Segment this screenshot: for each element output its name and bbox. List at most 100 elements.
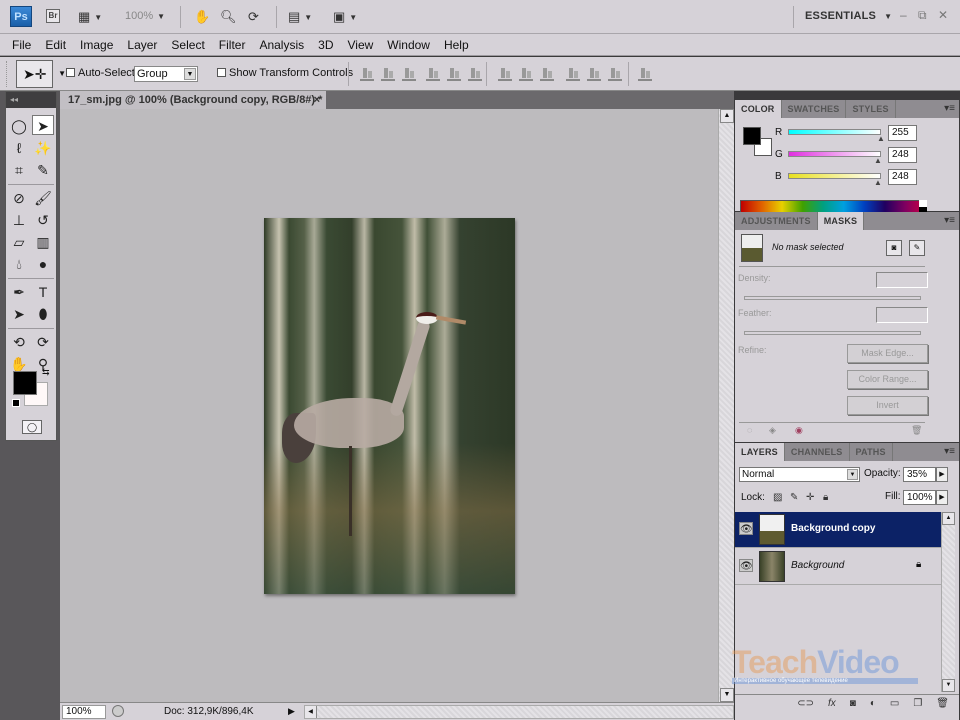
red-slider[interactable] <box>788 129 881 135</box>
eraser-tool[interactable]: ▱ <box>8 232 30 252</box>
quick-mask-button[interactable]: ◯ <box>22 420 42 434</box>
align-bottom-edges-icon[interactable] <box>402 66 416 81</box>
zoom-level-dropdown[interactable]: 100% ▼ <box>125 10 165 22</box>
default-colors-icon[interactable] <box>12 399 20 407</box>
3d-orbit-tool[interactable]: ⟳ <box>32 332 54 352</box>
menu-help[interactable]: Help <box>444 38 469 52</box>
tab-adjustments[interactable]: ADJUSTMENTS <box>735 212 818 230</box>
menu-filter[interactable]: Filter <box>219 38 246 52</box>
options-bar-grip[interactable] <box>6 61 9 87</box>
green-value-field[interactable]: 248 <box>888 147 917 163</box>
hand-tool-button[interactable]: ✋ <box>194 8 210 26</box>
blend-mode-dropdown[interactable]: Normal ▼ <box>739 467 860 482</box>
distribute-top-icon[interactable] <box>498 66 512 81</box>
panel-menu-icon[interactable]: ▾≡ <box>944 100 955 118</box>
align-vertical-centers-icon[interactable] <box>381 66 395 81</box>
distribute-left-icon[interactable] <box>566 66 580 81</box>
menu-file[interactable]: File <box>12 38 31 52</box>
brush-tool[interactable]: 🖌︎ <box>32 188 54 208</box>
add-pixel-mask-button[interactable]: ◙ <box>886 240 902 256</box>
document-image[interactable] <box>264 218 515 594</box>
fill-slider-button[interactable]: ▶ <box>936 490 948 505</box>
history-brush-tool[interactable]: ↺ <box>32 210 54 230</box>
minimize-button[interactable]: – <box>900 8 907 22</box>
auto-select-checkbox[interactable] <box>66 68 75 77</box>
swap-colors-icon[interactable]: ⇆ <box>42 367 50 378</box>
launch-bridge-button[interactable]: Br <box>46 9 60 23</box>
align-left-edges-icon[interactable] <box>426 66 440 81</box>
scroll-left-button[interactable]: ◀ <box>305 706 317 718</box>
tab-masks[interactable]: MASKS <box>817 212 865 230</box>
tab-paths[interactable]: PATHS <box>850 443 893 461</box>
auto-select-target-dropdown[interactable]: Group ▼ <box>134 66 198 82</box>
tab-color[interactable]: COLOR <box>735 100 782 118</box>
slider-thumb-icon[interactable]: ▲ <box>877 134 885 143</box>
restore-button[interactable]: ⧉ <box>918 8 927 23</box>
distribute-bottom-icon[interactable] <box>540 66 554 81</box>
auto-align-layers-icon[interactable] <box>638 66 652 81</box>
pen-tool[interactable]: ✒ <box>8 282 30 302</box>
document-tab[interactable]: 17_sm.jpg @ 100% (Background copy, RGB/8… <box>60 91 326 109</box>
canvas-horizontal-scrollbar[interactable]: ◀ <box>304 705 734 719</box>
lasso-tool[interactable]: ℓ <box>8 138 30 158</box>
close-document-icon[interactable]: × <box>314 91 320 109</box>
red-value-field[interactable]: 255 <box>888 125 917 141</box>
view-extras-button[interactable]: ▦ ▼ <box>78 8 102 26</box>
close-button[interactable]: ✕ <box>938 8 948 22</box>
feather-field[interactable] <box>876 307 928 323</box>
clone-stamp-tool[interactable]: ⊥ <box>8 210 30 230</box>
status-zoom-field[interactable]: 100% <box>62 705 106 719</box>
blur-tool[interactable]: 💧︎ <box>8 254 30 274</box>
mask-edge-button[interactable]: Mask Edge... <box>847 344 928 363</box>
path-selection-tool[interactable]: ➤ <box>8 304 30 324</box>
lock-transparent-pixels-icon[interactable]: ▨ <box>773 492 782 503</box>
menu-image[interactable]: Image <box>80 38 113 52</box>
align-right-edges-icon[interactable] <box>468 66 482 81</box>
show-transform-controls-checkbox[interactable] <box>217 68 226 77</box>
color-range-button[interactable]: Color Range... <box>847 370 928 389</box>
delete-mask-icon[interactable]: 🗑︎ <box>911 425 922 436</box>
menu-edit[interactable]: Edit <box>45 38 66 52</box>
color-foreground-swatch[interactable] <box>743 127 761 145</box>
magic-wand-tool[interactable]: ✨ <box>32 138 54 158</box>
blue-slider[interactable] <box>788 173 881 179</box>
lock-image-pixels-icon[interactable]: ✎ <box>790 492 798 503</box>
menu-analysis[interactable]: Analysis <box>259 38 304 52</box>
layer-style-icon[interactable]: fx <box>828 698 836 709</box>
panel-menu-icon[interactable]: ▾≡ <box>944 212 955 230</box>
scroll-up-button[interactable]: ▲ <box>942 512 955 525</box>
fill-field[interactable]: 100% <box>903 490 936 505</box>
opacity-slider-button[interactable]: ▶ <box>936 467 948 482</box>
tab-layers[interactable]: LAYERS <box>735 443 785 461</box>
canvas-vertical-scrollbar[interactable]: ▲ ▼ <box>718 109 734 702</box>
screen-mode-button[interactable]: ▣ ▼ <box>333 8 357 26</box>
opacity-label[interactable]: Opacity: <box>864 468 901 479</box>
invert-button[interactable]: Invert <box>847 396 928 415</box>
distribute-horizontal-centers-icon[interactable] <box>587 66 601 81</box>
feather-slider[interactable] <box>744 331 921 335</box>
layer-row[interactable]: 👁︎ Background 🔒︎ <box>735 549 941 585</box>
add-mask-icon[interactable]: ◙ <box>850 698 856 709</box>
disable-mask-icon[interactable]: ◉ <box>795 425 803 436</box>
scroll-down-button[interactable]: ▼ <box>720 688 734 702</box>
layer-row[interactable]: 👁︎ Background copy <box>735 512 941 548</box>
delete-layer-icon[interactable]: 🗑︎ <box>936 698 949 709</box>
menu-window[interactable]: Window <box>387 38 430 52</box>
marquee-tool[interactable]: ◯ <box>8 116 30 136</box>
align-horizontal-centers-icon[interactable] <box>447 66 461 81</box>
crop-tool[interactable]: ⌗ <box>8 160 30 180</box>
toolbox-header[interactable]: ◂◂ <box>6 92 56 108</box>
arrange-documents-button[interactable]: ▤ ▼ <box>288 8 312 26</box>
scroll-up-button[interactable]: ▲ <box>720 109 734 123</box>
layers-scrollbar[interactable]: ▲ ▼ <box>941 512 955 692</box>
panel-menu-icon[interactable]: ▾≡ <box>944 443 955 461</box>
blue-value-field[interactable]: 248 <box>888 169 917 185</box>
distribute-right-icon[interactable] <box>608 66 622 81</box>
menu-3d[interactable]: 3D <box>318 38 333 52</box>
zoom-tool-button[interactable]: 🔍︎ <box>220 8 237 26</box>
rotate-view-button[interactable]: ⟳ <box>248 8 259 26</box>
workspace-switcher[interactable]: ESSENTIALS ▼ <box>805 10 892 22</box>
menu-select[interactable]: Select <box>171 38 204 52</box>
healing-brush-tool[interactable]: ⊘ <box>8 188 30 208</box>
lock-all-icon[interactable]: 🔒︎ <box>823 492 828 503</box>
